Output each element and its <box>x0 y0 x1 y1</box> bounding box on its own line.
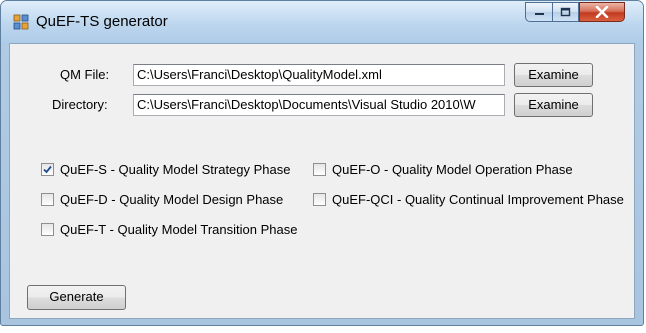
qm-file-examine-button[interactable]: Examine <box>514 63 593 87</box>
checkbox-label: QuEF-S - Quality Model Strategy Phase <box>60 162 291 177</box>
directory-label: Directory: <box>52 97 108 112</box>
maximize-icon <box>560 7 571 17</box>
phase-option-strategy[interactable]: QuEF-S - Quality Model Strategy Phase <box>41 162 290 177</box>
checkbox-label: QuEF-D - Quality Model Design Phase <box>60 192 284 207</box>
checkbox-label: QuEF-QCI - Quality Continual Improvement… <box>332 192 624 207</box>
maximize-button[interactable] <box>552 2 579 22</box>
client-area: QM File: C:\Users\Franci\Desktop\Quality… <box>9 43 635 319</box>
checkbox[interactable] <box>313 193 326 206</box>
phase-option-transition[interactable]: QuEF-T - Quality Model Transition Phase <box>41 222 297 237</box>
checkbox[interactable] <box>41 193 54 206</box>
checkbox[interactable] <box>41 163 54 176</box>
generate-button[interactable]: Generate <box>27 285 126 310</box>
phase-option-design[interactable]: QuEF-D - Quality Model Design Phase <box>41 192 283 207</box>
checkmark-icon <box>43 165 52 174</box>
window-title: QuEF-TS generator <box>36 13 168 30</box>
checkbox[interactable] <box>313 163 326 176</box>
qm-file-label: QM File: <box>60 67 110 82</box>
close-icon <box>595 6 609 18</box>
directory-input[interactable]: C:\Users\Franci\Desktop\Documents\Visual… <box>133 94 505 116</box>
checkbox-label: QuEF-T - Quality Model Transition Phase <box>60 222 298 237</box>
phase-option-continual-improvement[interactable]: QuEF-QCI - Quality Continual Improvement… <box>313 192 624 207</box>
caption-buttons <box>525 2 625 24</box>
checkbox[interactable] <box>41 223 54 236</box>
phase-option-operation[interactable]: QuEF-O - Quality Model Operation Phase <box>313 162 573 177</box>
directory-examine-button[interactable]: Examine <box>514 93 593 117</box>
checkbox-label: QuEF-O - Quality Model Operation Phase <box>332 162 573 177</box>
close-button[interactable] <box>579 2 625 22</box>
qm-file-input[interactable]: C:\Users\Franci\Desktop\QualityModel.xml <box>133 64 505 86</box>
minimize-icon <box>534 13 544 15</box>
title-bar[interactable]: QuEF-TS generator <box>1 1 643 43</box>
minimize-button[interactable] <box>525 2 552 22</box>
app-window: QuEF-TS generator QM File: C:\Users\Fran… <box>0 0 644 326</box>
app-icon <box>13 14 29 30</box>
